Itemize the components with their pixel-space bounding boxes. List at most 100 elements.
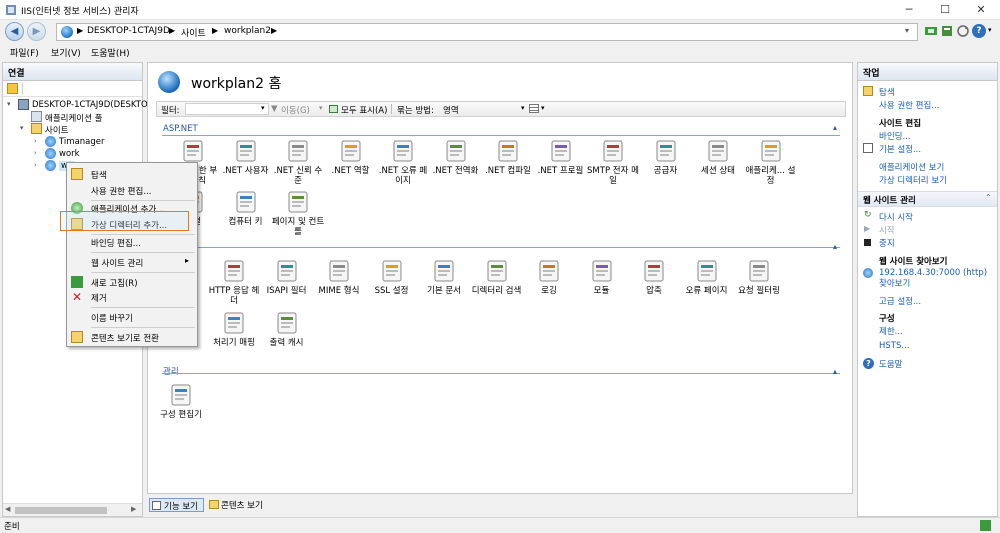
help-dropdown-icon[interactable]: ▾ <box>988 26 992 34</box>
filter-input[interactable] <box>185 103 269 115</box>
basic-settings-link[interactable]: 기본 설정... <box>879 143 921 155</box>
connections-header: 연결 <box>3 63 142 81</box>
new-connection-icon[interactable] <box>7 83 18 94</box>
connect-icon[interactable] <box>924 24 938 38</box>
advanced-settings-link[interactable]: 고급 설정... <box>879 295 921 307</box>
manage-site-section[interactable]: 웹 사이트 관리 ⌃ <box>858 191 997 207</box>
menu-file[interactable]: 파일(F) <box>10 46 39 59</box>
feature-tile[interactable]: 공급자 <box>638 139 694 176</box>
scroll-left-icon[interactable]: ◀ <box>5 505 10 513</box>
help-link[interactable]: 도움말 <box>879 358 902 370</box>
ctx-manage-website[interactable]: 웹 사이트 관리 ▸ <box>67 253 197 271</box>
features-view-tab[interactable]: 기능 보기 <box>149 498 204 512</box>
feature-tile[interactable]: SSL 설정 <box>364 259 420 296</box>
feature-tile[interactable]: 구성 편집기 <box>153 383 209 420</box>
filter-dropdown-icon[interactable]: ▾ <box>261 104 265 112</box>
start-link[interactable]: 시작 <box>879 224 895 236</box>
ctx-edit-permissions[interactable]: 사용 권한 편집... <box>67 181 197 199</box>
feature-tile[interactable]: 컴퓨터 키 <box>218 190 274 227</box>
feature-tile[interactable]: .NET 오류 페이지 <box>375 139 431 186</box>
feature-tile[interactable]: .NET 컴파일 <box>480 139 536 176</box>
ctx-switch-content-view[interactable]: 콘텐츠 보기로 전환 <box>67 328 197 346</box>
content-view-tab[interactable]: 콘텐츠 보기 <box>207 498 271 512</box>
help-icon[interactable]: ? <box>972 24 986 38</box>
tree-server[interactable]: DESKTOP-1CTAJ9D(DESKTOP <box>32 100 153 110</box>
scroll-right-icon[interactable]: ▶ <box>131 505 136 513</box>
collapsed-arrow-icon[interactable]: › <box>34 149 37 157</box>
ctx-remove[interactable]: ✕ 제거 <box>67 288 197 306</box>
feature-tile[interactable]: .NET 전역화 <box>428 139 484 176</box>
horizontal-scrollbar[interactable]: ◀ ▶ <box>3 503 142 516</box>
breadcrumb[interactable]: ▶ DESKTOP-1CTAJ9D ▶ 사이트 ▶ workplan2 ▶ ▾ <box>56 23 918 41</box>
feature-tile[interactable]: 출력 캐시 <box>259 311 315 348</box>
feature-tile[interactable]: .NET 신뢰 수준 <box>270 139 326 186</box>
feature-tile[interactable]: HTTP 응답 헤더 <box>206 259 262 306</box>
stop-link[interactable]: 중지 <box>879 237 895 249</box>
limits-link[interactable]: 제한... <box>879 325 903 337</box>
feature-tile[interactable]: 오류 페이지 <box>679 259 735 296</box>
group-aspnet: ASP.NET <box>163 124 198 134</box>
feature-icon <box>275 259 299 283</box>
feature-label: 오류 페이지 <box>685 286 728 296</box>
feature-tile[interactable]: .NET 프로필 <box>533 139 589 176</box>
refresh-icon[interactable] <box>956 24 970 38</box>
view-applications-link[interactable]: 애플리케이션 보기 <box>879 161 944 173</box>
collapsed-arrow-icon[interactable]: › <box>34 161 37 169</box>
hsts-link[interactable]: HSTS... <box>879 341 909 351</box>
expand-arrow-icon[interactable]: ▾ <box>20 124 24 132</box>
ctx-edit-bindings[interactable]: 바인딩 편집... <box>67 233 197 251</box>
bindings-link[interactable]: 바인딩... <box>879 130 911 142</box>
maximize-button[interactable]: ☐ <box>928 0 962 20</box>
feature-tile[interactable]: 애플리케... 설정 <box>743 139 799 186</box>
close-button[interactable]: ✕ <box>964 0 998 20</box>
menu-view[interactable]: 보기(V) <box>51 46 81 59</box>
breadcrumb-sites[interactable]: 사이트 <box>181 26 206 39</box>
expand-arrow-icon[interactable]: ▾ <box>7 100 11 108</box>
server-icon[interactable] <box>940 24 954 38</box>
view-mode-dropdown-icon[interactable]: ▾ <box>541 104 545 112</box>
restart-link[interactable]: 다시 시작 <box>879 211 913 223</box>
tree-site-timanager[interactable]: Timanager <box>59 137 105 147</box>
menu-help[interactable]: 도움말(H) <box>91 46 130 59</box>
go-button[interactable]: 이동(G) <box>281 104 310 116</box>
feature-tile[interactable]: 세션 상태 <box>690 139 746 176</box>
feature-tile[interactable]: 모듈 <box>574 259 630 296</box>
feature-tile[interactable]: 요청 필터링 <box>731 259 787 296</box>
collapse-group-icon[interactable]: ▴ <box>833 367 837 376</box>
show-all-button[interactable]: 모두 표시(A) <box>341 104 387 116</box>
feature-tile[interactable]: 압축 <box>626 259 682 296</box>
go-dropdown-icon[interactable]: ▾ <box>319 104 323 112</box>
collapse-group-icon[interactable]: ▴ <box>833 242 837 251</box>
feature-tile[interactable]: 페이지 및 컨트롤 <box>270 190 326 237</box>
feature-tile[interactable]: 디렉터리 검색 <box>469 259 525 296</box>
feature-tile[interactable]: SMTP 전자 메일 <box>585 139 641 186</box>
group-by-select[interactable]: 영역 <box>443 104 459 116</box>
ctx-rename[interactable]: 이름 바꾸기 <box>67 308 197 326</box>
feature-tile[interactable]: MIME 형식 <box>311 259 367 296</box>
explore-link[interactable]: 탐색 <box>879 86 895 98</box>
collapse-group-icon[interactable]: ▴ <box>833 123 837 132</box>
feature-tile[interactable]: 처리기 매핑 <box>206 311 262 348</box>
group-by-dropdown-icon[interactable]: ▾ <box>521 104 525 112</box>
scroll-thumb[interactable] <box>15 507 107 514</box>
forward-button[interactable]: ▶ <box>27 22 46 41</box>
breadcrumb-server[interactable]: DESKTOP-1CTAJ9D <box>87 26 170 36</box>
feature-tile[interactable]: 기본 문서 <box>416 259 472 296</box>
collapsed-arrow-icon[interactable]: › <box>34 137 37 145</box>
back-button[interactable]: ◀ <box>5 22 24 41</box>
view-mode-icon[interactable] <box>529 104 539 113</box>
feature-tile[interactable]: 로깅 <box>521 259 577 296</box>
feature-tile[interactable]: ISAPI 필터 <box>259 259 315 296</box>
minimize-button[interactable]: ─ <box>892 0 926 20</box>
browse-link[interactable]: 192.168.4.30:7000 (http) 찾아보기 <box>879 268 993 290</box>
tree-app-pools[interactable]: 애플리케이션 풀 <box>45 112 102 124</box>
feature-tile[interactable]: .NET 역할 <box>323 139 379 176</box>
edit-permissions-link[interactable]: 사용 권한 편집... <box>879 99 939 111</box>
tree-site-work[interactable]: work <box>59 149 80 159</box>
dropdown-arrow-icon[interactable]: ▾ <box>905 26 909 35</box>
collapse-section-icon[interactable]: ⌃ <box>985 193 992 202</box>
feature-tile[interactable]: .NET 사용자 <box>218 139 274 176</box>
breadcrumb-site[interactable]: workplan2 <box>224 26 271 36</box>
view-virtual-dirs-link[interactable]: 가상 디렉터리 보기 <box>879 174 947 186</box>
tree-sites[interactable]: 사이트 <box>45 124 68 136</box>
